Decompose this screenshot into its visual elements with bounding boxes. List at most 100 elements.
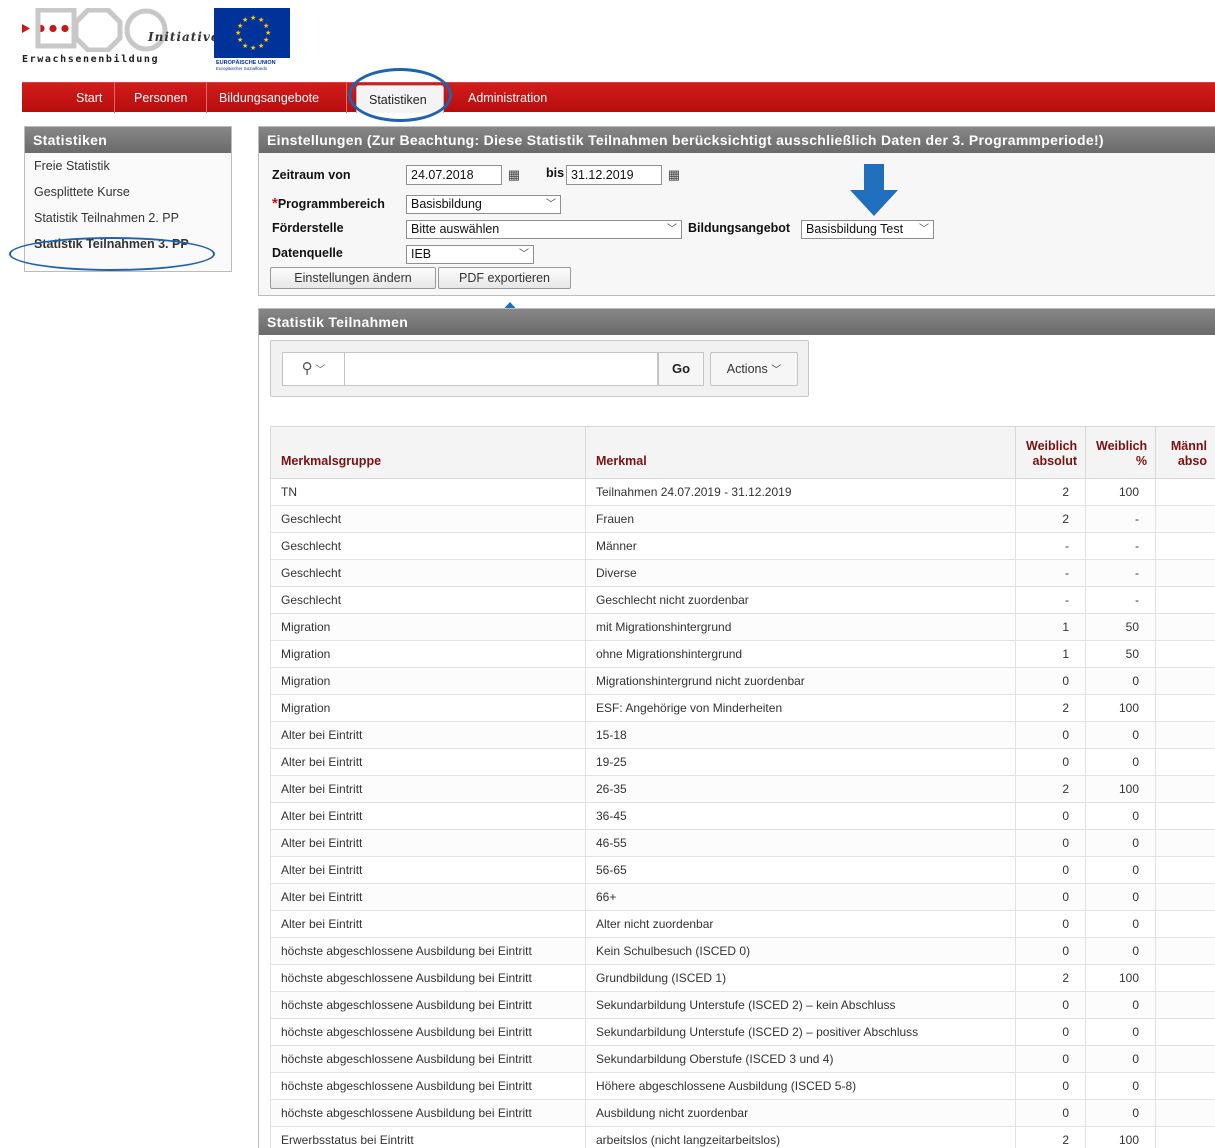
col-weiblich-prozent[interactable]: Weiblich %	[1085, 426, 1156, 479]
table-body: TN Teilnahmen 24.07.2019 - 31.12.2019 2 100…	[270, 478, 1215, 1148]
calendar-icon-to[interactable]: ▦	[663, 165, 685, 185]
date-from-input[interactable]: 24.07.2018	[406, 165, 502, 185]
cell-merkmalsgruppe: höchste abgeschlossene Ausbildung bei Ei…	[270, 1018, 586, 1046]
cell-merkmalsgruppe: Migration	[270, 613, 586, 641]
foerderstelle-select[interactable]: Bitte auswählen ﹀	[406, 220, 682, 239]
col-maennlich-absolut[interactable]: Männl abso	[1155, 426, 1215, 479]
programmbereich-label: *Programmbereich	[272, 195, 385, 212]
calendar-icon-from[interactable]: ▦	[503, 165, 525, 185]
cell-merkmalsgruppe: Geschlecht	[270, 559, 586, 587]
go-button[interactable]: Go	[658, 352, 704, 386]
sidebar-item-freie-statistik[interactable]: Freie Statistik	[25, 153, 231, 179]
svg-text:★: ★	[250, 14, 256, 22]
foerderstelle-label: Förderstelle	[272, 221, 344, 235]
cell-weiblich-prozent: 0	[1085, 1018, 1156, 1046]
cell-merkmalsgruppe: höchste abgeschlossene Ausbildung bei Ei…	[270, 964, 586, 992]
chevron-down-icon: ﹀	[312, 365, 326, 376]
date-to-input[interactable]: 31.12.2019	[566, 165, 662, 185]
cell-merkmal: Sekundarbildung Unterstufe (ISCED 2) – p…	[585, 1018, 1016, 1046]
cell-weiblich-prozent: 0	[1085, 748, 1156, 776]
table-row: Alter bei Eintritt 66+ 0 0	[270, 883, 1215, 911]
cell-merkmalsgruppe: Alter bei Eintritt	[270, 829, 586, 857]
eu-flag-icon: ★ ★ ★ ★ ★ ★ ★ ★ ★ ★ ★ ★	[214, 8, 290, 58]
cell-weiblich-prozent: -	[1085, 586, 1156, 614]
cell-merkmalsgruppe: Alter bei Eintritt	[270, 748, 586, 776]
cell-maennlich-absolut	[1155, 829, 1215, 857]
cell-merkmalsgruppe: Geschlecht	[270, 586, 586, 614]
col-merkmal[interactable]: Merkmal	[585, 426, 1016, 479]
cell-maennlich-absolut	[1155, 1045, 1215, 1073]
table-row: Alter bei Eintritt 26-35 2 100	[270, 775, 1215, 803]
cell-merkmal: 56-65	[585, 856, 1016, 884]
header: Initiative Erwachsenenbildung ★ ★ ★ ★ ★ …	[0, 0, 1215, 80]
table-row: Geschlecht Männer - -	[270, 532, 1215, 560]
cell-maennlich-absolut	[1155, 1126, 1215, 1148]
cell-weiblich-prozent: 0	[1085, 856, 1156, 884]
bis-label: bis	[546, 166, 565, 180]
datenquelle-label: Datenquelle	[272, 246, 343, 260]
col-merkmalsgruppe[interactable]: Merkmalsgruppe	[270, 426, 586, 479]
cell-weiblich-prozent: 0	[1085, 910, 1156, 938]
cell-weiblich-prozent: 100	[1085, 1126, 1156, 1148]
cell-maennlich-absolut	[1155, 964, 1215, 992]
cell-merkmalsgruppe: Alter bei Eintritt	[270, 775, 586, 803]
cell-weiblich-prozent: 0	[1085, 721, 1156, 749]
search-input[interactable]	[344, 352, 658, 386]
cell-merkmal: Diverse	[585, 559, 1016, 587]
table-row: Alter bei Eintritt 46-55 0 0	[270, 829, 1215, 857]
nav-administration[interactable]: Administration	[456, 83, 559, 113]
nav-personen[interactable]: Personen	[122, 83, 207, 113]
table-row: Migration ESF: Angehörige von Minderheite…	[270, 694, 1215, 722]
cell-merkmal: Ausbildung nicht zuordenbar	[585, 1099, 1016, 1127]
nav-bildungsangebote[interactable]: Bildungsangebote	[207, 83, 347, 113]
col-weiblich-absolut[interactable]: Weiblich absolut	[1015, 426, 1086, 479]
cell-weiblich-prozent: 0	[1085, 937, 1156, 965]
programmbereich-select[interactable]: Basisbildung ﹀	[406, 195, 561, 214]
cell-merkmal: 26-35	[585, 775, 1016, 803]
nav-statistiken[interactable]: Statistiken	[356, 85, 444, 113]
sidebar-item-teilnahmen-2pp[interactable]: Statistik Teilnahmen 2. PP	[25, 205, 231, 231]
cell-weiblich-prozent: -	[1085, 532, 1156, 560]
cell-weiblich-absolut: 2	[1015, 775, 1086, 803]
chevron-down-icon: ﹀	[546, 199, 556, 210]
cell-merkmalsgruppe: höchste abgeschlossene Ausbildung bei Ei…	[270, 1099, 586, 1127]
table-row: Geschlecht Diverse - -	[270, 559, 1215, 587]
einstellungen-aendern-button[interactable]: Einstellungen ändern	[270, 267, 436, 289]
sidebar-item-teilnahmen-3pp[interactable]: Statistik Teilnahmen 3. PP	[25, 231, 231, 257]
cell-weiblich-absolut: 0	[1015, 883, 1086, 911]
cell-weiblich-absolut: 0	[1015, 802, 1086, 830]
cell-maennlich-absolut	[1155, 856, 1215, 884]
svg-text:★: ★	[235, 29, 241, 37]
cell-merkmalsgruppe: Alter bei Eintritt	[270, 856, 586, 884]
cell-weiblich-prozent: 0	[1085, 991, 1156, 1019]
pdf-export-button[interactable]: PDF exportieren	[438, 267, 571, 289]
datenquelle-select[interactable]: IEB ﹀	[406, 245, 534, 264]
eu-text-sozialfonds: Europäischer Sozialfonds	[216, 66, 268, 71]
cell-maennlich-absolut	[1155, 694, 1215, 722]
cell-weiblich-absolut: 0	[1015, 667, 1086, 695]
actions-button[interactable]: Actions ﹀	[710, 352, 798, 386]
statistik-title: Statistik Teilnahmen	[259, 309, 1215, 335]
cell-merkmalsgruppe: höchste abgeschlossene Ausbildung bei Ei…	[270, 1072, 586, 1100]
table-row: Alter bei Eintritt Alter nicht zuordenbar…	[270, 910, 1215, 938]
sidebar-item-gesplittete-kurse[interactable]: Gesplittete Kurse	[25, 179, 231, 205]
chevron-down-icon: ﹀	[519, 249, 529, 260]
cell-maennlich-absolut	[1155, 883, 1215, 911]
table-row: TN Teilnahmen 24.07.2019 - 31.12.2019 2 100	[270, 478, 1215, 506]
cell-merkmal: Kein Schulbesuch (ISCED 0)	[585, 937, 1016, 965]
cell-weiblich-prozent: 100	[1085, 478, 1156, 506]
sidebar-title: Statistiken	[25, 127, 231, 153]
chevron-down-icon: ﹀	[667, 224, 677, 235]
table-row: höchste abgeschlossene Ausbildung bei Ei…	[270, 1072, 1215, 1100]
nav-start[interactable]: Start	[64, 83, 116, 113]
cell-merkmal: Alter nicht zuordenbar	[585, 910, 1016, 938]
cell-weiblich-prozent: -	[1085, 559, 1156, 587]
cell-merkmal: 15-18	[585, 721, 1016, 749]
cell-weiblich-prozent: 100	[1085, 775, 1156, 803]
cell-weiblich-absolut: 1	[1015, 640, 1086, 668]
cell-weiblich-absolut: 0	[1015, 1072, 1086, 1100]
search-column-dropdown[interactable]: ⚲ ﹀	[282, 352, 344, 386]
cell-weiblich-absolut: 2	[1015, 505, 1086, 533]
bildungsangebot-select[interactable]: Basisbildung Test ﹀	[801, 220, 934, 239]
ieb-logo: Initiative Erwachsenenbildung	[22, 8, 218, 68]
